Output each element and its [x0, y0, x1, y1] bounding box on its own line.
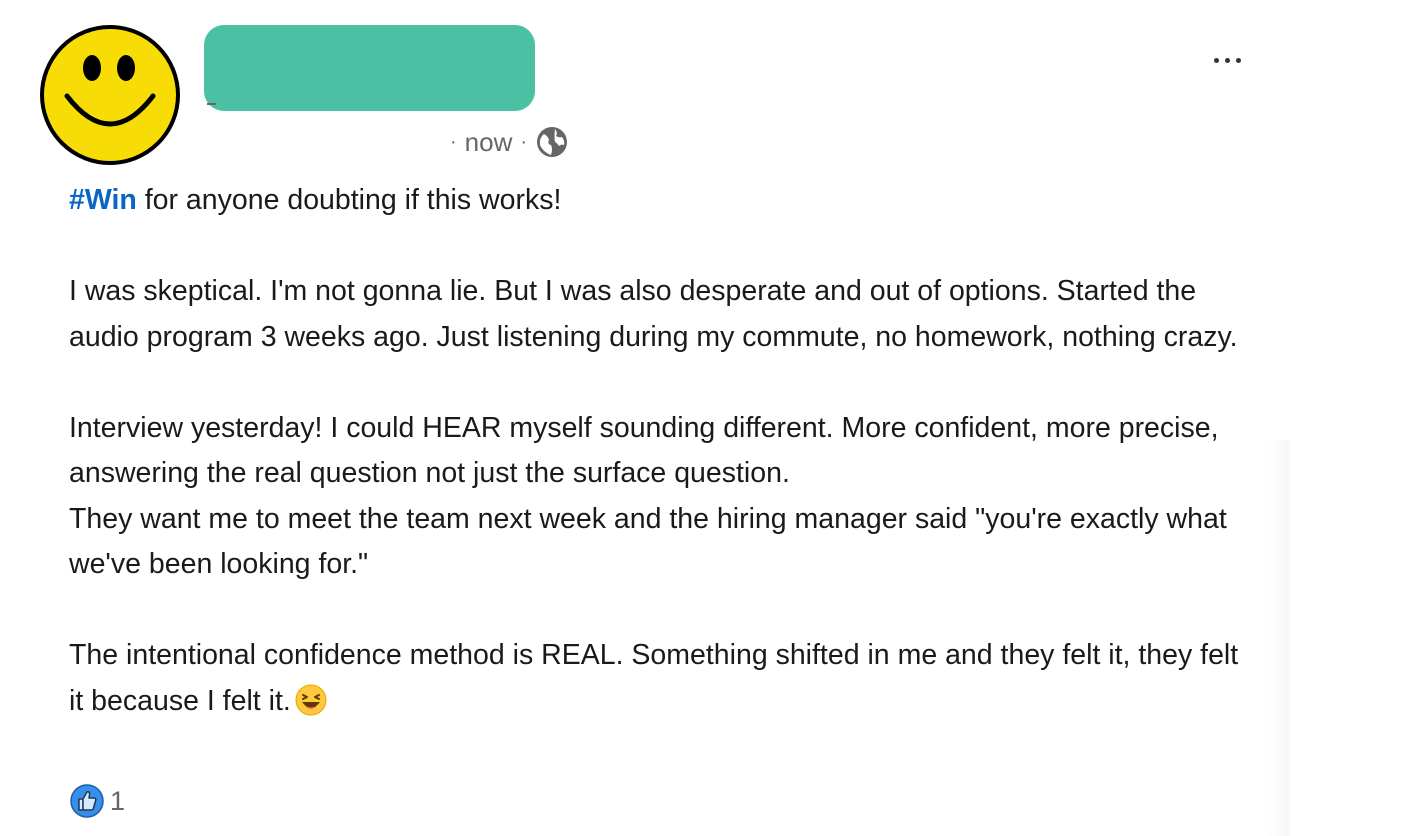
- globe-icon: [535, 125, 569, 159]
- laughing-face-emoji-icon: [295, 684, 327, 716]
- post-line-1-text: for anyone doubting if this works!: [136, 184, 562, 216]
- reaction-count: 1: [110, 785, 126, 816]
- ellipsis-icon: [1235, 57, 1241, 63]
- post-body: #Win for anyone doubting if this works! …: [69, 178, 1249, 724]
- author-name-redacted[interactable]: [204, 25, 535, 111]
- post-paragraph-2: I was skeptical. I'm not gonna lie. But …: [69, 275, 1238, 353]
- post-paragraph-3b: They want me to meet the team next week …: [69, 502, 1227, 581]
- smiley-face-icon[interactable]: [39, 24, 181, 166]
- ellipsis-icon: [1213, 57, 1219, 63]
- feed-post: · now · #Win for anyone doubting if this…: [0, 0, 1404, 836]
- post-paragraph-4: The intentional confidence method is REA…: [69, 633, 1249, 724]
- ellipsis-icon: [1224, 57, 1230, 63]
- post-paragraph-4-text: The intentional confidence method is REA…: [69, 639, 1239, 717]
- post-time: now: [464, 126, 513, 157]
- like-thumbs-up-icon: [70, 784, 104, 818]
- more-options-button[interactable]: [1204, 45, 1250, 75]
- post-meta: · now ·: [450, 124, 569, 160]
- meta-separator: ·: [520, 131, 528, 153]
- hashtag-link[interactable]: #Win: [69, 184, 137, 216]
- meta-separator: ·: [450, 131, 457, 153]
- edge-shade: [1262, 440, 1290, 836]
- post-line-1: #Win for anyone doubting if this works!: [69, 178, 1249, 224]
- reactions-summary[interactable]: 1: [70, 784, 125, 818]
- name-underline: [207, 103, 216, 105]
- post-paragraph-3: Interview yesterday! I could HEAR myself…: [69, 411, 1219, 490]
